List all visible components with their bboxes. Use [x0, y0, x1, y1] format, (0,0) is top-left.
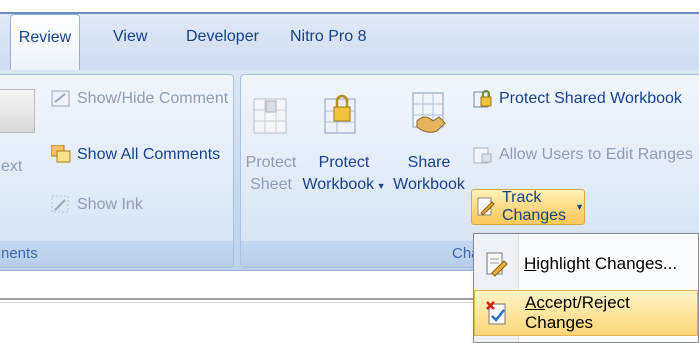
comments-group: ext Show/Hide Comment Show All Comments … — [0, 74, 234, 268]
protect-workbook-icon — [323, 89, 363, 142]
tab-view[interactable]: View — [113, 28, 147, 46]
highlight-changes-icon — [484, 251, 510, 277]
protect-workbook-label-2: Workbook ▼ — [302, 176, 386, 193]
protect-workbook-button[interactable]: Protect Workbook ▼ — [301, 75, 387, 239]
accept-reject-icon — [485, 300, 511, 326]
menu-item-highlight-changes[interactable]: Highlight Changes... — [474, 240, 698, 288]
comments-icon — [50, 144, 71, 165]
accept-reject-changes-label: Accept/Reject Changes — [525, 293, 630, 332]
show-ink-label: Show Ink — [77, 196, 143, 213]
show-hide-comment-label: Show/Hide Comment — [77, 90, 229, 107]
worksheet-divider-shadow — [0, 302, 473, 303]
menu-item-accept-reject-changes[interactable]: Accept/Reject Changes — [474, 290, 698, 336]
share-workbook-label-2: Workbook — [393, 176, 465, 193]
window-top-strip — [0, 0, 699, 12]
worksheet-divider — [0, 298, 473, 300]
show-all-comments-button[interactable]: Show All Comments — [50, 144, 221, 165]
protect-shared-workbook-button[interactable]: Protect Shared Workbook — [473, 89, 682, 109]
share-workbook-button[interactable]: Share Workbook — [387, 75, 471, 239]
track-changes-label: Track Changes — [502, 189, 567, 224]
ink-icon — [51, 195, 71, 215]
new-comment-button-label[interactable]: ext — [1, 157, 41, 177]
allow-users-edit-ranges-button[interactable]: Allow Users to Edit Ranges — [473, 145, 693, 165]
protect-workbook-label-1: Protect — [318, 154, 370, 171]
protect-sheet-icon — [253, 93, 289, 140]
comments-group-label: nents — [0, 241, 233, 267]
track-changes-icon — [476, 197, 496, 217]
protect-sheet-label-2: Sheet — [250, 176, 292, 193]
protect-shared-icon — [473, 89, 493, 109]
dropdown-arrow-icon: ▼ — [575, 202, 584, 212]
tab-review[interactable]: Review — [10, 14, 80, 70]
allow-users-edit-ranges-label: Allow Users to Edit Ranges — [499, 146, 693, 163]
dropdown-arrow-icon: ▼ — [374, 181, 386, 191]
protect-shared-workbook-label: Protect Shared Workbook — [499, 90, 682, 107]
comment-icon — [51, 89, 71, 109]
track-changes-button[interactable]: Track Changes ▼ — [471, 189, 585, 225]
ribbon-tab-bar: Review View Developer Nitro Pro 8 — [0, 0, 699, 70]
new-comment-icon — [0, 89, 35, 133]
highlight-changes-label: Highlight Changes... — [524, 254, 678, 273]
protect-sheet-button[interactable]: Protect Sheet — [241, 75, 301, 239]
share-workbook-label-1: Share — [407, 154, 451, 171]
share-workbook-icon — [411, 91, 451, 142]
show-all-comments-label: Show All Comments — [77, 146, 221, 163]
title-border — [0, 12, 699, 14]
allow-users-icon — [473, 145, 493, 165]
track-changes-menu: Highlight Changes... Accept/Reject Chang… — [473, 233, 699, 343]
show-ink-button[interactable]: Show Ink — [51, 195, 143, 215]
tab-nitro-pro[interactable]: Nitro Pro 8 — [290, 28, 366, 46]
show-hide-comment-button[interactable]: Show/Hide Comment — [51, 89, 228, 109]
protect-sheet-label-1: Protect — [245, 154, 297, 171]
tab-developer[interactable]: Developer — [186, 28, 259, 46]
